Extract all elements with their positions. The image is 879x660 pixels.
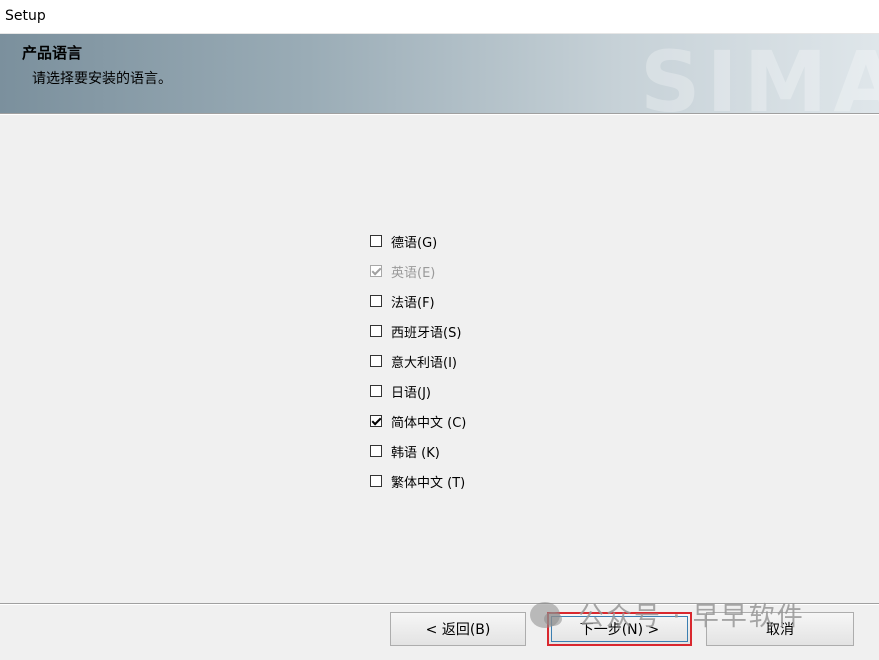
language-option-german[interactable]: 德语(G) bbox=[370, 226, 466, 256]
language-label: 英语(E) bbox=[391, 265, 436, 281]
language-label: 德语(G) bbox=[391, 235, 438, 251]
language-option-traditional-chinese[interactable]: 繁体中文 (T) bbox=[370, 466, 466, 496]
checkbox[interactable] bbox=[370, 445, 382, 457]
banner-logo-watermark: SIMA bbox=[640, 34, 879, 113]
checkbox bbox=[370, 265, 382, 277]
title-bar: Setup bbox=[0, 0, 879, 34]
language-label: 日语(J) bbox=[391, 385, 431, 401]
window-title: Setup bbox=[5, 8, 46, 24]
language-label: 意大利语(I) bbox=[391, 355, 457, 371]
language-label: 西班牙语(S) bbox=[391, 325, 462, 341]
checkbox[interactable] bbox=[370, 355, 382, 367]
checkbox[interactable] bbox=[370, 325, 382, 337]
page-title: 产品语言 bbox=[22, 44, 83, 62]
language-label: 简体中文 (C) bbox=[391, 415, 467, 431]
language-label: 法语(F) bbox=[391, 295, 435, 311]
language-label: 韩语 (K) bbox=[391, 445, 440, 461]
header-divider bbox=[0, 113, 879, 115]
language-option-french[interactable]: 法语(F) bbox=[370, 286, 466, 316]
language-option-japanese[interactable]: 日语(J) bbox=[370, 376, 466, 406]
language-list: 德语(G) 英语(E) 法语(F) 西班牙语(S) 意大利语(I) 日语(J) … bbox=[370, 226, 466, 496]
language-option-english: 英语(E) bbox=[370, 256, 466, 286]
cancel-button[interactable]: 取消 bbox=[706, 612, 854, 646]
checkbox[interactable] bbox=[370, 475, 382, 487]
checkbox[interactable] bbox=[370, 385, 382, 397]
checkbox[interactable] bbox=[370, 415, 382, 427]
language-label: 繁体中文 (T) bbox=[391, 475, 466, 491]
language-option-spanish[interactable]: 西班牙语(S) bbox=[370, 316, 466, 346]
next-button[interactable]: 下一步(N) > bbox=[547, 612, 692, 646]
header-banner: SIMA 产品语言 请选择要安装的语言。 bbox=[0, 34, 879, 113]
checkbox[interactable] bbox=[370, 235, 382, 247]
language-option-simplified-chinese[interactable]: 简体中文 (C) bbox=[370, 406, 466, 436]
language-option-korean[interactable]: 韩语 (K) bbox=[370, 436, 466, 466]
language-option-italian[interactable]: 意大利语(I) bbox=[370, 346, 466, 376]
footer-divider bbox=[0, 603, 879, 605]
page-subtitle: 请选择要安装的语言。 bbox=[32, 71, 172, 87]
checkbox[interactable] bbox=[370, 295, 382, 307]
back-button[interactable]: < 返回(B) bbox=[390, 612, 526, 646]
